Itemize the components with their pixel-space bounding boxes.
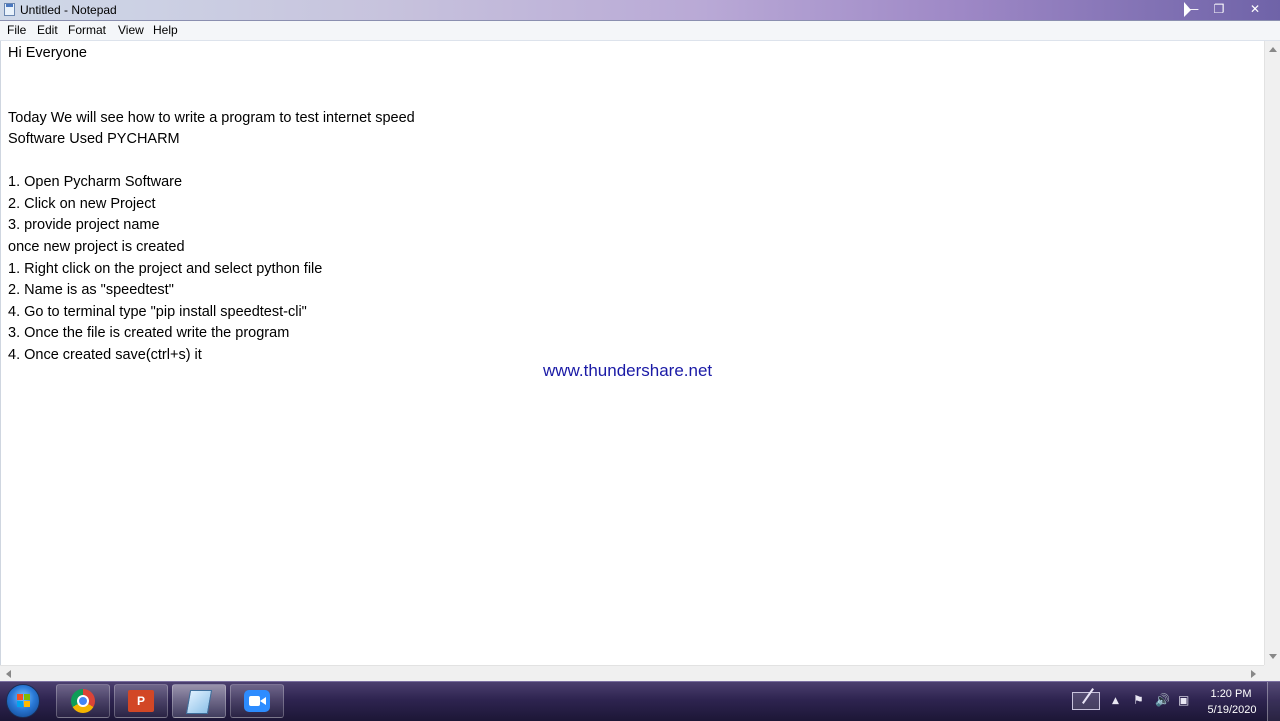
text-editor[interactable]: Hi Everyone Today We will see how to wri… [0,41,1265,665]
taskbar: P ▲ ⚑ 🔊 ▣ 1:20 PM 5/19/2020 [0,681,1280,721]
text-line: Hi Everyone [8,45,87,61]
taskbar-powerpoint[interactable]: P [114,684,168,718]
maximize-button[interactable]: ❐ [1206,1,1232,17]
pen-input-icon[interactable] [1072,692,1100,710]
scroll-right-arrow-icon[interactable] [1251,670,1256,678]
action-center-flag-icon[interactable]: ⚑ [1133,693,1144,707]
watermark-text: www.thundershare.net [543,361,713,380]
taskbar-zoom[interactable] [230,684,284,718]
horizontal-scrollbar[interactable] [0,665,1264,681]
text-line: 1. Right click on the project and select… [8,261,323,277]
menu-help[interactable]: Help [153,23,178,37]
start-button[interactable] [6,684,40,718]
taskbar-chrome[interactable] [56,684,110,718]
scroll-down-arrow-icon[interactable] [1269,654,1277,659]
show-desktop-button[interactable] [1267,682,1280,721]
text-line: 2. Click on new Project [8,196,156,212]
menu-format[interactable]: Format [68,23,106,37]
text-line: 3. provide project name [8,217,160,233]
taskbar-notepad[interactable] [172,684,226,718]
scrollbar-corner [1264,665,1280,681]
text-line: Software Used PYCHARM [8,131,180,147]
notepad-app-icon[interactable] [4,3,15,16]
menu-edit[interactable]: Edit [37,23,58,37]
close-button[interactable]: ✕ [1240,1,1270,17]
text-line: 4. Once created save(ctrl+s) it [8,347,202,363]
text-line: 1. Open Pycharm Software [8,174,183,190]
mouse-cursor-icon [1184,2,1191,17]
scroll-left-arrow-icon[interactable] [6,670,11,678]
powerpoint-icon: P [128,690,154,712]
text-line: 2. Name is as "speedtest" [8,282,174,298]
volume-icon[interactable]: 🔊 [1155,693,1170,707]
clock-date[interactable]: 5/19/2020 [1204,704,1260,716]
menu-file[interactable]: File [7,23,26,37]
text-line: 3. Once the file is created write the pr… [8,325,290,341]
notepad-icon [185,690,213,714]
title-bar: Untitled - Notepad — ❐ ✕ [0,0,1280,21]
menu-bar: File Edit Format View Help [0,21,1280,41]
text-line: 4. Go to terminal type "pip install spee… [8,304,307,320]
vertical-scrollbar[interactable] [1264,41,1280,665]
network-icon[interactable]: ▣ [1178,693,1189,707]
zoom-icon [244,690,270,712]
clock-time[interactable]: 1:20 PM [1206,688,1256,700]
menu-view[interactable]: View [118,23,144,37]
text-line: Today We will see how to write a program… [8,110,415,126]
text-line: once new project is created [8,239,185,255]
show-hidden-icons-icon[interactable]: ▲ [1112,696,1119,706]
windows-logo-icon [17,694,31,708]
scroll-up-arrow-icon[interactable] [1269,47,1277,52]
window-title: Untitled - Notepad [20,3,117,17]
chrome-icon [71,689,95,713]
